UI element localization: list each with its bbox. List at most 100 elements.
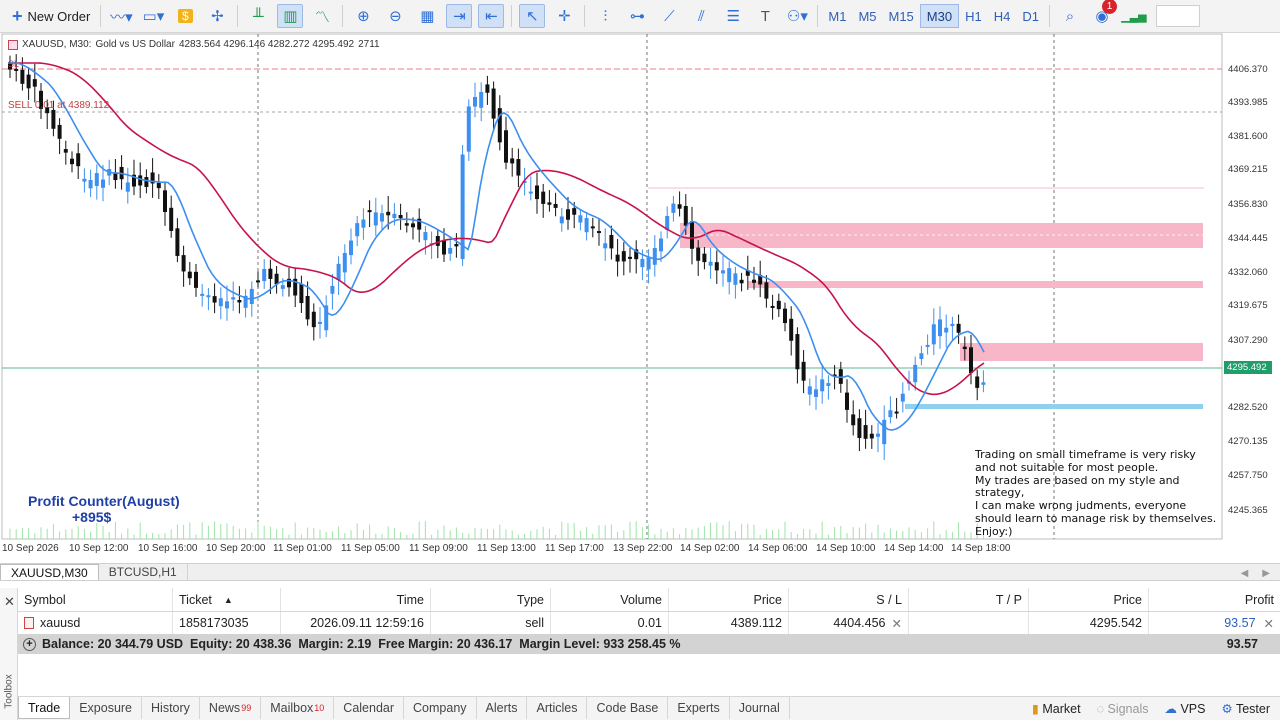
- fibonacci-icon[interactable]: ☰: [720, 4, 746, 28]
- chart-tab-btcusd[interactable]: BTCUSD,H1: [99, 564, 188, 580]
- search-icon[interactable]: ⌕: [1057, 4, 1083, 28]
- timeframe-m30[interactable]: M30: [919, 4, 960, 28]
- trendline-icon[interactable]: ⟋: [656, 4, 682, 28]
- close-icon[interactable]: ✕: [4, 594, 15, 610]
- chart-type-icon[interactable]: ▭▾: [140, 4, 166, 28]
- chart-menu-icon[interactable]: [8, 39, 18, 50]
- tab-articles[interactable]: Articles: [527, 697, 588, 719]
- candle-body: [280, 285, 285, 289]
- time-tick: 14 Sep 10:00: [816, 543, 876, 554]
- candle-body: [652, 247, 657, 265]
- candle-body: [628, 256, 632, 259]
- horizontal-line-icon[interactable]: ⊶: [624, 4, 650, 28]
- vps-link[interactable]: ☁ VPS: [1164, 701, 1205, 716]
- remove-sl-icon[interactable]: ✕: [892, 616, 902, 631]
- quick-search-input[interactable]: [1155, 5, 1200, 27]
- row-profit-text: 93.57: [1224, 616, 1256, 630]
- market-link[interactable]: ▮ Market: [1032, 701, 1081, 716]
- new-order-button[interactable]: + New Order: [6, 4, 96, 28]
- tester-label: Tester: [1235, 702, 1270, 716]
- candle-body: [26, 74, 31, 89]
- col-price[interactable]: Price: [669, 588, 789, 611]
- timeframe-m5[interactable]: M5: [852, 4, 882, 28]
- zoom-out-icon[interactable]: ⊖: [382, 4, 408, 28]
- candle-body: [504, 130, 508, 163]
- autoscroll-icon[interactable]: ⇥: [446, 4, 473, 28]
- tab-experts[interactable]: Experts: [668, 697, 730, 719]
- candle-body: [640, 258, 645, 268]
- tester-link[interactable]: ⚙ Tester: [1221, 701, 1270, 716]
- price-tick: 4319.675: [1228, 300, 1268, 311]
- bar-chart-icon[interactable]: ╨: [245, 4, 271, 28]
- candle-body: [305, 295, 310, 320]
- candle-body: [696, 247, 701, 261]
- tab-company[interactable]: Company: [404, 697, 477, 719]
- col-current-price[interactable]: Price: [1029, 588, 1149, 611]
- tab-alerts[interactable]: Alerts: [477, 697, 528, 719]
- col-ticket[interactable]: Ticket ▲: [173, 588, 281, 611]
- dollar-icon[interactable]: $: [172, 4, 198, 28]
- tab-label: Calendar: [343, 701, 395, 715]
- price-tick: 4344.445: [1228, 233, 1268, 244]
- candle-body: [776, 300, 781, 310]
- candle-body: [739, 279, 744, 284]
- timeframe-group: M1 M5 M15 M30 H1 H4 D1: [822, 4, 1045, 28]
- candle-body: [888, 410, 893, 418]
- scroll-left-icon[interactable]: ◀: [1241, 568, 1249, 579]
- chart-shift-icon[interactable]: ⇤: [478, 4, 505, 28]
- col-symbol[interactable]: Symbol: [18, 588, 173, 611]
- grid-icon[interactable]: ▦: [414, 4, 440, 28]
- col-tp[interactable]: T / P: [909, 588, 1029, 611]
- price-chart[interactable]: XAUUSD, M30: Gold vs US Dollar 4283.564 …: [0, 33, 1280, 563]
- candle-body: [212, 296, 217, 303]
- table-row[interactable]: xauusd 1858173035 2026.09.11 12:59:16 se…: [18, 612, 1280, 634]
- close-position-icon[interactable]: ✕: [1264, 616, 1274, 631]
- tab-code-base[interactable]: Code Base: [587, 697, 669, 719]
- tab-calendar[interactable]: Calendar: [334, 697, 405, 719]
- candle-body: [169, 207, 174, 231]
- price-tick: 4393.985: [1228, 97, 1268, 108]
- tab-journal[interactable]: Journal: [730, 697, 790, 719]
- col-time[interactable]: Time: [281, 588, 431, 611]
- text-icon[interactable]: T: [752, 4, 778, 28]
- candle-body: [299, 283, 304, 304]
- zoom-in-icon[interactable]: ⊕: [350, 4, 376, 28]
- candle-body: [950, 323, 955, 327]
- chart-header: XAUUSD, M30: Gold vs US Dollar 4283.564 …: [8, 39, 380, 50]
- candle-body: [956, 323, 961, 333]
- channel-icon[interactable]: ⫽: [688, 4, 714, 28]
- tab-mailbox[interactable]: Mailbox 10: [261, 697, 335, 719]
- timeframe-m15[interactable]: M15: [883, 4, 920, 28]
- signals-link[interactable]: ◌ Signals: [1097, 702, 1149, 716]
- tab-exposure[interactable]: Exposure: [70, 697, 143, 719]
- col-sl[interactable]: S / L: [789, 588, 909, 611]
- vertical-line-icon[interactable]: ⫶: [592, 4, 618, 28]
- chart-ohlc: 4283.564 4296.146 4282.272 4295.492: [178, 39, 355, 50]
- timeframe-h1[interactable]: H1: [959, 4, 988, 28]
- algo-trading-icon[interactable]: 〰▾: [108, 4, 134, 28]
- shapes-icon[interactable]: ⚇▾: [784, 4, 810, 28]
- timeframe-h4[interactable]: H4: [988, 4, 1017, 28]
- note-line: Trading on small timeframe is very risky: [975, 448, 1196, 461]
- line-chart-icon[interactable]: 〽: [309, 4, 335, 28]
- timeframe-m1[interactable]: M1: [822, 4, 852, 28]
- candle-body: [820, 379, 825, 392]
- col-profit[interactable]: Profit: [1149, 588, 1280, 611]
- toolbar-divider: [100, 5, 102, 27]
- cursor-icon[interactable]: ↖: [519, 4, 546, 28]
- tab-history[interactable]: History: [142, 697, 200, 719]
- chart-tab-xauusd[interactable]: XAUUSD,M30: [0, 564, 99, 580]
- scroll-right-icon[interactable]: ▶: [1262, 568, 1270, 579]
- candlestick-icon[interactable]: ▥: [277, 4, 304, 28]
- expand-icon[interactable]: +: [23, 637, 36, 651]
- signals-icon[interactable]: ✢: [204, 4, 230, 28]
- row-volume: 0.01: [551, 612, 669, 634]
- col-volume[interactable]: Volume: [551, 588, 669, 611]
- tab-news[interactable]: News 99: [200, 697, 262, 719]
- col-type[interactable]: Type: [431, 588, 551, 611]
- timeframe-d1[interactable]: D1: [1016, 4, 1045, 28]
- notifications-icon[interactable]: ◉ 1: [1089, 0, 1117, 28]
- crosshair-icon[interactable]: ✛: [551, 4, 577, 28]
- candle-body: [807, 386, 812, 395]
- tab-trade[interactable]: Trade: [18, 697, 71, 719]
